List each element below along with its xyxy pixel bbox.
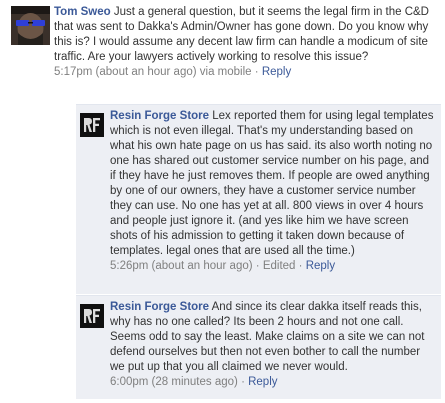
profile-photo-icon[interactable] <box>11 6 50 45</box>
comment-timestamp[interactable]: 6:00pm (28 minutes ago) <box>110 376 238 388</box>
comment-timestamp[interactable]: 5:26pm (about an hour ago) <box>110 260 253 272</box>
comment-resin-forge-2: Resin Forge Store And since its clear da… <box>76 295 441 399</box>
comment-body: Resin Forge Store Lex reported them for … <box>110 109 435 274</box>
separator: · <box>298 260 303 272</box>
comment-thread: Tom Sweo Just a general question, but it… <box>0 0 445 403</box>
comment-author[interactable]: Tom Sweo <box>54 6 111 18</box>
reply-link[interactable]: Reply <box>248 376 277 388</box>
comment-body: Resin Forge Store And since its clear da… <box>110 300 435 390</box>
resin-forge-logo-icon[interactable] <box>80 304 104 328</box>
resin-forge-logo-icon[interactable] <box>80 113 104 137</box>
comment-body: Tom Sweo Just a general question, but it… <box>54 5 434 80</box>
reply-link[interactable]: Reply <box>262 66 291 78</box>
avatar-image <box>80 304 104 328</box>
comment-meta: 5:26pm (about an hour ago) · Edited · Re… <box>110 259 435 274</box>
avatar-image <box>80 113 104 137</box>
comment-text: Lex reported them for using legal templa… <box>110 110 434 257</box>
separator: · <box>241 376 245 388</box>
comment-text: Just a general question, but it seems th… <box>54 6 429 63</box>
comment-meta: 5:17pm (about an hour ago) via mobile · … <box>54 65 434 80</box>
comment-author[interactable]: Resin Forge Store <box>110 110 209 122</box>
separator: · <box>254 66 259 78</box>
comment-tom-sweo: Tom Sweo Just a general question, but it… <box>0 0 445 104</box>
separator: · <box>255 260 260 272</box>
avatar-image <box>11 6 50 45</box>
comment-timestamp[interactable]: 5:17pm (about an hour ago) <box>54 66 197 78</box>
comment-meta: 6:00pm (28 minutes ago) · Reply <box>110 375 435 390</box>
comment-resin-forge-1: Resin Forge Store Lex reported them for … <box>76 104 441 294</box>
comment-via: via mobile <box>199 66 252 78</box>
comment-author[interactable]: Resin Forge Store <box>110 301 209 313</box>
edited-label[interactable]: Edited <box>263 260 296 272</box>
reply-link[interactable]: Reply <box>306 260 335 272</box>
